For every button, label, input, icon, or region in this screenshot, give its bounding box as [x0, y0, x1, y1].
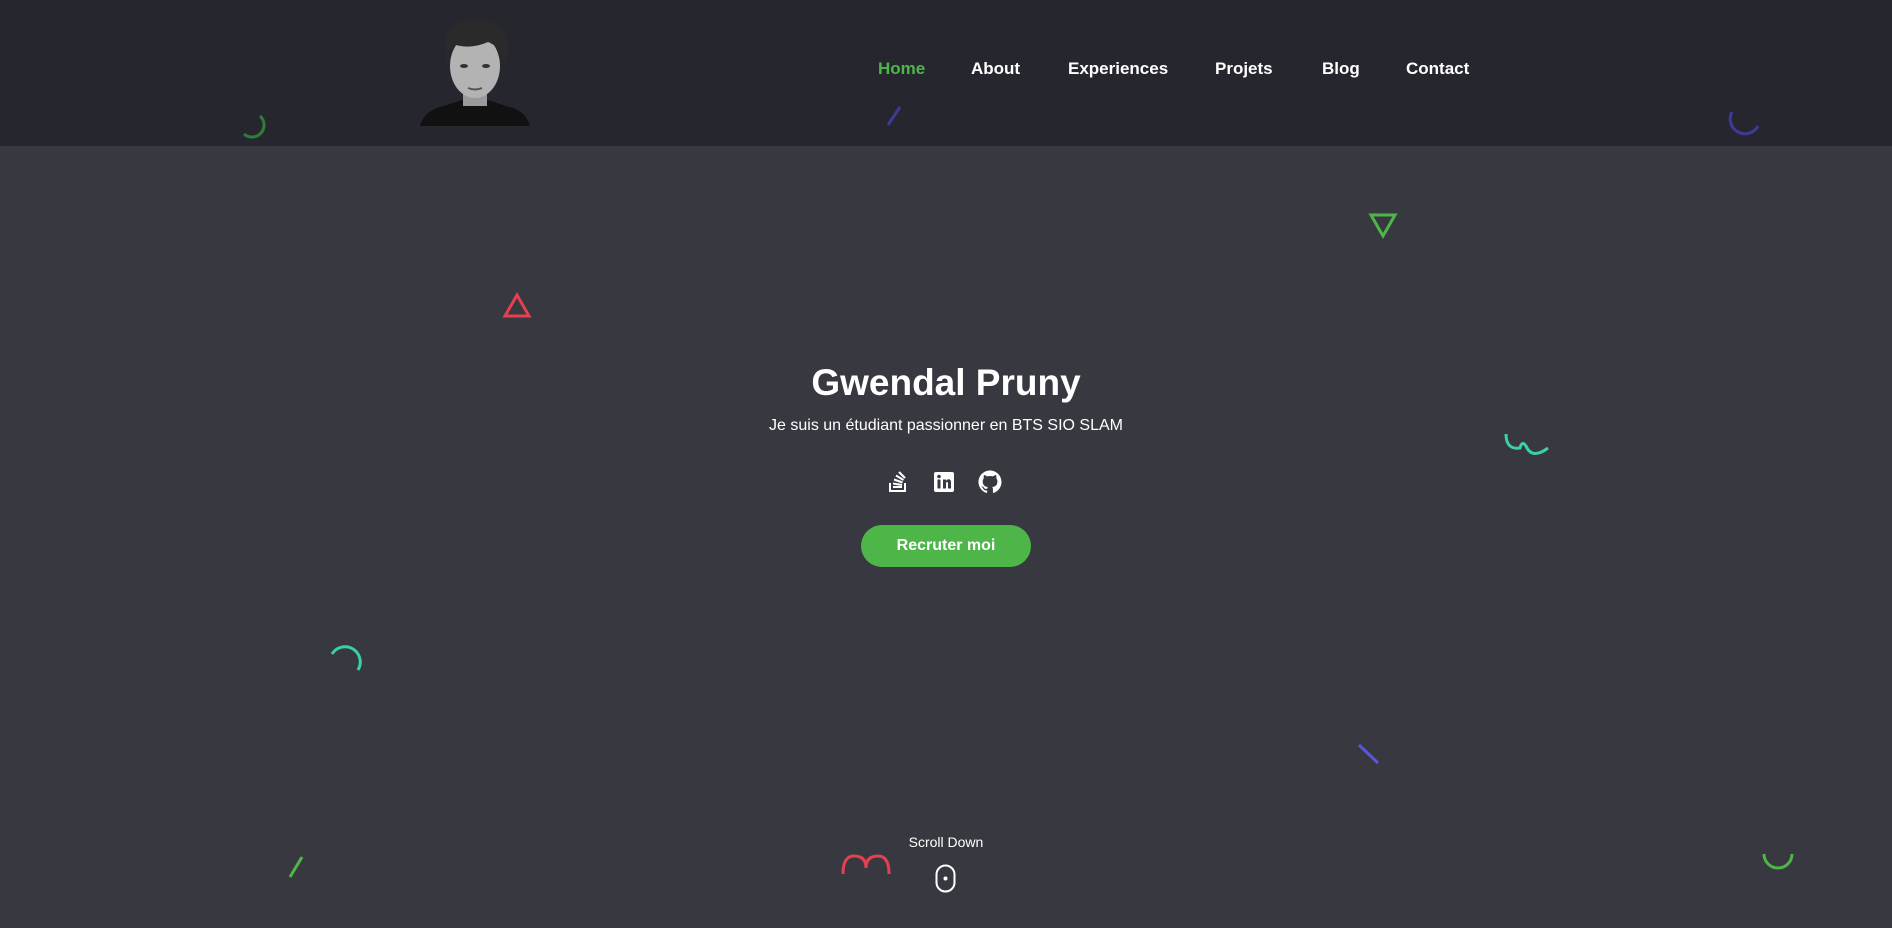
green-arc-bottom-shape	[1762, 853, 1794, 870]
hero-tagline: Je suis un étudiant passionner en BTS SI…	[769, 417, 1123, 434]
nav-link-blog[interactable]: Blog	[1322, 59, 1360, 79]
green-arc-shape	[243, 114, 266, 139]
main-nav: Home About Experiences Projets Blog Cont…	[0, 59, 1892, 85]
green-triangle-shape	[1368, 213, 1398, 240]
nav-link-contact[interactable]: Contact	[1406, 59, 1469, 79]
nav-link-about[interactable]: About	[971, 59, 1020, 79]
purple-arc-shape	[1728, 111, 1760, 136]
scroll-down-label: Scroll Down	[908, 834, 984, 850]
recruter-moi-button[interactable]: Recruter moi	[861, 525, 1031, 567]
red-triangle-shape	[502, 291, 532, 318]
nav-link-experiences[interactable]: Experiences	[1068, 59, 1168, 79]
nav-link-projets[interactable]: Projets	[1215, 59, 1273, 79]
teal-arc-shape	[330, 645, 362, 671]
stackoverflow-icon[interactable]	[886, 470, 910, 494]
green-slash-shape	[288, 856, 304, 878]
nav-link-home[interactable]: Home	[878, 59, 925, 79]
linkedin-icon[interactable]	[932, 470, 956, 494]
scroll-mouse-icon[interactable]	[935, 864, 956, 893]
github-icon[interactable]	[978, 470, 1002, 494]
site-header: Home About Experiences Projets Blog Cont…	[0, 0, 1892, 146]
hero-name: Gwendal Pruny	[811, 362, 1081, 403]
purple-slash-shape	[886, 106, 902, 126]
purple-backslash-shape	[1357, 743, 1380, 765]
red-wave-shape	[841, 854, 891, 875]
